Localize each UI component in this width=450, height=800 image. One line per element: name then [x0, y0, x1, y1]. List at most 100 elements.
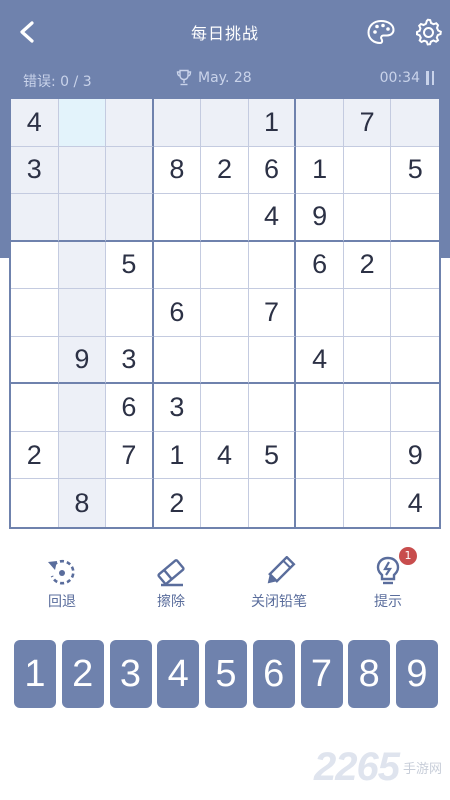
cell-r5-c6[interactable]: 7 — [248, 289, 297, 337]
cell-r9-c3[interactable] — [106, 479, 154, 527]
number-key-1[interactable]: 1 — [14, 640, 56, 708]
cell-r8-c9[interactable]: 9 — [391, 432, 439, 480]
cell-r8-c1[interactable]: 2 — [11, 431, 59, 480]
number-key-2[interactable]: 2 — [61, 640, 104, 708]
cell-r6-c9[interactable] — [391, 337, 439, 385]
cell-r3-c2[interactable] — [58, 194, 107, 242]
cell-r9-c4[interactable]: 2 — [154, 479, 202, 527]
cell-r1-c2[interactable] — [58, 99, 107, 147]
cell-r8-c6[interactable]: 5 — [248, 431, 297, 480]
cell-r1-c4[interactable] — [153, 99, 202, 147]
number-key-7[interactable]: 7 — [300, 640, 343, 708]
cell-r7-c7[interactable] — [296, 384, 344, 432]
cell-r4-c6[interactable] — [248, 241, 297, 290]
cell-r6-c1[interactable] — [11, 336, 59, 385]
cell-r6-c8[interactable] — [343, 336, 392, 385]
palette-icon[interactable] — [367, 19, 395, 45]
cell-r4-c5[interactable] — [201, 241, 249, 290]
cell-r5-c2[interactable] — [58, 289, 107, 337]
cell-r5-c5[interactable] — [201, 289, 249, 337]
cell-r8-c3[interactable]: 7 — [106, 431, 154, 480]
cell-r7-c1[interactable] — [11, 384, 59, 432]
cell-r8-c7[interactable] — [296, 431, 344, 480]
cell-r2-c1[interactable]: 3 — [11, 146, 59, 195]
undo-button[interactable]: 回退 — [17, 556, 107, 611]
cell-r6-c5[interactable] — [201, 336, 249, 385]
cell-r4-c7[interactable]: 6 — [296, 241, 344, 290]
cell-r4-c8[interactable]: 2 — [343, 241, 392, 290]
cell-r3-c5[interactable] — [201, 194, 249, 242]
cell-r2-c3[interactable] — [106, 146, 154, 195]
cell-r6-c2[interactable]: 9 — [58, 336, 107, 385]
cell-r3-c9[interactable] — [391, 194, 439, 242]
cell-r1-c1[interactable]: 4 — [11, 99, 59, 147]
cell-r7-c9[interactable] — [391, 384, 439, 432]
cell-r4-c3[interactable]: 5 — [106, 241, 154, 290]
cell-r6-c6[interactable] — [248, 336, 297, 385]
number-key-6[interactable]: 6 — [252, 640, 295, 708]
challenge-date: May. 28 — [176, 69, 252, 87]
cell-r5-c1[interactable] — [11, 289, 59, 337]
cell-r2-c7[interactable]: 1 — [296, 146, 344, 195]
cell-r5-c9[interactable] — [391, 289, 439, 337]
cell-r2-c5[interactable]: 2 — [201, 146, 249, 195]
hint-button[interactable]: 提示 1 — [343, 547, 433, 611]
cell-r3-c3[interactable] — [106, 194, 154, 242]
cell-r3-c7[interactable]: 9 — [296, 194, 344, 242]
cell-r8-c8[interactable] — [343, 431, 392, 480]
number-key-4[interactable]: 4 — [157, 640, 200, 708]
erase-button[interactable]: 擦除 — [126, 556, 216, 611]
cell-r5-c7[interactable] — [296, 289, 344, 337]
cell-r7-c4[interactable]: 3 — [153, 384, 202, 432]
cell-r6-c4[interactable] — [153, 336, 202, 385]
cell-r9-c2[interactable]: 8 — [58, 479, 107, 527]
number-key-3[interactable]: 3 — [109, 640, 152, 708]
cell-r3-c1[interactable] — [11, 194, 59, 242]
cell-r9-c6[interactable] — [249, 479, 297, 527]
cell-r2-c6[interactable]: 6 — [248, 146, 297, 195]
cell-r7-c8[interactable] — [343, 384, 392, 432]
number-key-5[interactable]: 5 — [205, 640, 247, 708]
number-key-9[interactable]: 9 — [396, 640, 438, 708]
hint-count-badge: 1 — [399, 547, 417, 565]
cell-r3-c4[interactable] — [153, 194, 202, 242]
cell-r4-c1[interactable] — [11, 241, 59, 290]
cell-r1-c8[interactable]: 7 — [343, 99, 392, 147]
cell-r2-c4[interactable]: 8 — [153, 146, 202, 195]
cell-r1-c7[interactable] — [296, 99, 344, 147]
cell-r5-c4[interactable]: 6 — [153, 289, 202, 337]
cell-r4-c9[interactable] — [391, 242, 439, 290]
cell-r6-c7[interactable]: 4 — [296, 336, 344, 385]
cell-r8-c5[interactable]: 4 — [201, 431, 249, 480]
gear-icon[interactable] — [414, 18, 442, 46]
cell-r9-c1[interactable] — [11, 479, 59, 527]
cell-r9-c9[interactable]: 4 — [391, 479, 439, 527]
cell-r4-c2[interactable] — [58, 241, 107, 290]
cell-r4-c4[interactable] — [153, 241, 202, 290]
cell-r6-c3[interactable]: 3 — [106, 336, 154, 385]
cell-r5-c8[interactable] — [343, 289, 392, 337]
cell-r3-c8[interactable] — [343, 194, 392, 242]
cell-r3-c6[interactable]: 4 — [248, 194, 297, 242]
cell-r2-c8[interactable] — [343, 146, 392, 195]
cell-r1-c3[interactable] — [106, 99, 154, 147]
cell-r2-c2[interactable] — [58, 146, 107, 195]
cell-r7-c5[interactable] — [201, 384, 249, 432]
cell-r2-c9[interactable]: 5 — [391, 147, 439, 195]
number-key-8[interactable]: 8 — [348, 640, 391, 708]
cell-r9-c5[interactable] — [201, 479, 249, 527]
cell-r7-c6[interactable] — [248, 384, 297, 432]
cell-r7-c2[interactable] — [58, 384, 107, 432]
cell-r8-c4[interactable]: 1 — [153, 431, 202, 480]
cell-r7-c3[interactable]: 6 — [106, 384, 154, 432]
cell-r9-c8[interactable] — [344, 479, 392, 527]
cell-r1-c6[interactable]: 1 — [248, 99, 297, 147]
cell-r9-c7[interactable] — [296, 479, 344, 527]
pause-icon[interactable] — [426, 71, 434, 85]
cell-r1-c5[interactable] — [201, 99, 249, 147]
cell-r5-c3[interactable] — [106, 289, 154, 337]
cell-r8-c2[interactable] — [58, 431, 107, 480]
status-bar: 错误: 0 / 3 May. 28 00:34 — [0, 66, 450, 94]
pencil-toggle-button[interactable]: 关闭铅笔 — [234, 556, 324, 611]
cell-r1-c9[interactable] — [391, 99, 439, 147]
